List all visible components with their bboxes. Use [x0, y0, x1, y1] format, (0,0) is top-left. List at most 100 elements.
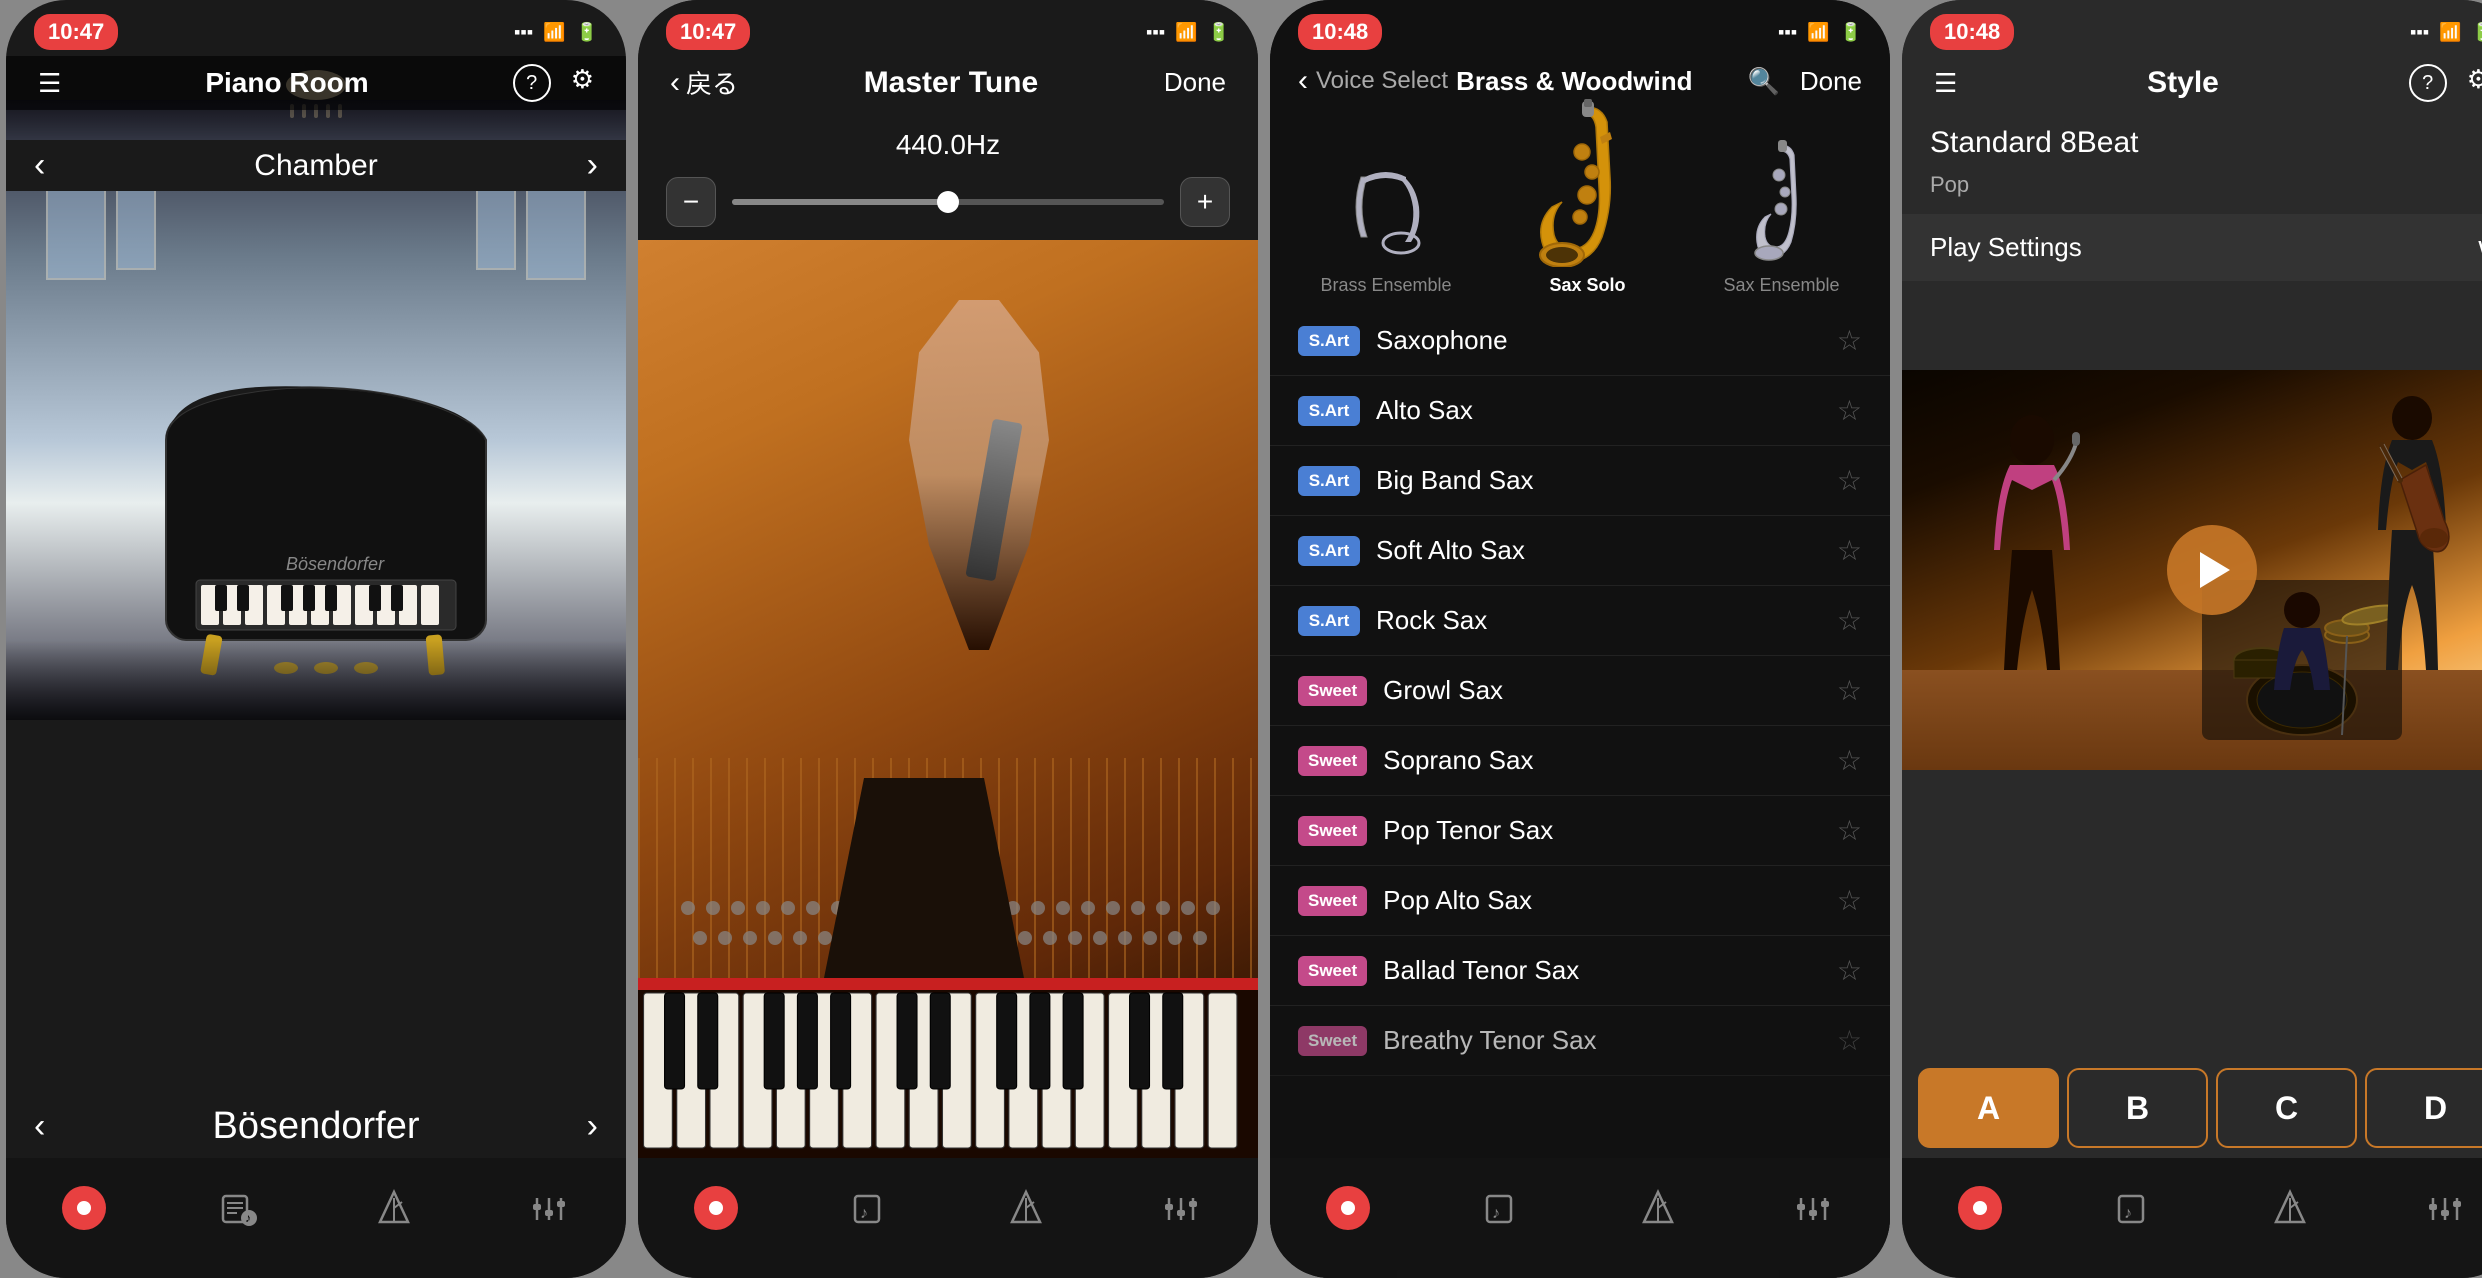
battery-icon-2: 🔋 — [1208, 22, 1230, 43]
tune-slider-thumb — [937, 191, 959, 213]
compose-toolbar-item-2[interactable]: ♪ — [849, 1186, 893, 1230]
metronome-toolbar-item-2[interactable] — [1004, 1186, 1048, 1230]
voice-badge-breathy-tenor-sax: Sweet — [1298, 1026, 1367, 1056]
voice-item-ballad-tenor-sax[interactable]: Sweet Ballad Tenor Sax ☆ — [1270, 936, 1890, 1006]
voice-item-soprano-sax[interactable]: Sweet Soprano Sax ☆ — [1270, 726, 1890, 796]
style-photo — [1902, 370, 2482, 770]
prev-room-button[interactable]: ‹ — [34, 146, 45, 185]
star-alto-sax[interactable]: ☆ — [1837, 394, 1862, 427]
compose-toolbar-item-4[interactable]: ♪ — [2113, 1186, 2157, 1230]
compose-toolbar-item[interactable]: ♪ — [217, 1186, 261, 1230]
done-button-3[interactable]: Done — [1800, 66, 1862, 97]
voice-carousel: Brass Ensemble — [1270, 106, 1890, 306]
play-settings-chevron-down: ∨ — [2475, 232, 2482, 263]
record-button-2[interactable] — [694, 1186, 738, 1230]
voice-badge-growl-sax: Sweet — [1298, 676, 1367, 706]
hamburger-icon-4[interactable]: ☰ — [1934, 68, 1957, 99]
record-toolbar-item[interactable] — [62, 1186, 106, 1230]
chord-button-b[interactable]: B — [2067, 1068, 2208, 1148]
settings-icon-1[interactable]: ⚙ — [571, 64, 594, 102]
star-ballad-tenor-sax[interactable]: ☆ — [1837, 954, 1862, 987]
voice-name-ballad-tenor-sax: Ballad Tenor Sax — [1383, 955, 1837, 986]
star-saxophone[interactable]: ☆ — [1837, 324, 1862, 357]
voice-item-soft-alto-sax[interactable]: S.Art Soft Alto Sax ☆ — [1270, 516, 1890, 586]
help-icon-4[interactable]: ? — [2409, 64, 2447, 102]
star-soprano-sax[interactable]: ☆ — [1837, 744, 1862, 777]
voice-badge-pop-alto-sax: Sweet — [1298, 886, 1367, 916]
play-triangle-icon — [2200, 552, 2230, 588]
window-far-left — [116, 180, 156, 270]
chord-button-a[interactable]: A — [1918, 1068, 2059, 1148]
voice-item-big-band-sax[interactable]: S.Art Big Band Sax ☆ — [1270, 446, 1890, 516]
chord-buttons: A B C D — [1902, 1068, 2482, 1148]
signal-icon-2: ▪▪▪ — [1146, 22, 1165, 43]
voice-item-saxophone[interactable]: S.Art Saxophone ☆ — [1270, 306, 1890, 376]
back-button-2[interactable]: ‹ 戻る — [670, 64, 738, 101]
voice-item-rock-sax[interactable]: S.Art Rock Sax ☆ — [1270, 586, 1890, 656]
star-big-band-sax[interactable]: ☆ — [1837, 464, 1862, 497]
tune-minus-button[interactable]: − — [666, 177, 716, 227]
record-button-4[interactable] — [1958, 1186, 2002, 1230]
voice-item-growl-sax[interactable]: Sweet Growl Sax ☆ — [1270, 656, 1890, 726]
metronome-toolbar-item-3[interactable] — [1636, 1186, 1680, 1230]
play-settings-label: Play Settings — [1930, 232, 2082, 263]
bottom-toolbar-4: ♪ — [1902, 1158, 2482, 1278]
bottom-toolbar-1: ♪ — [6, 1158, 626, 1278]
person-right-silhouette — [2362, 390, 2462, 670]
star-pop-tenor-sax[interactable]: ☆ — [1837, 814, 1862, 847]
star-rock-sax[interactable]: ☆ — [1837, 604, 1862, 637]
mixer-toolbar-item-3[interactable] — [1791, 1186, 1835, 1230]
voice-badge-saxophone: S.Art — [1298, 326, 1360, 356]
star-growl-sax[interactable]: ☆ — [1837, 674, 1862, 707]
bottom-toolbar-2: ♪ — [638, 1158, 1258, 1278]
voice-name-soft-alto-sax: Soft Alto Sax — [1376, 535, 1837, 566]
nav-right-3: 🔍 Done — [1747, 66, 1862, 97]
carousel-item-sax-ensemble[interactable]: Sax Ensemble — [1723, 137, 1839, 296]
back-label-2: 戻る — [686, 64, 738, 101]
record-toolbar-item-3[interactable] — [1326, 1186, 1370, 1230]
carousel-label-sax-solo: Sax Solo — [1549, 275, 1625, 296]
chord-button-d[interactable]: D — [2365, 1068, 2482, 1148]
next-room-button[interactable]: › — [587, 146, 598, 185]
star-pop-alto-sax[interactable]: ☆ — [1837, 884, 1862, 917]
mixer-toolbar-item-4[interactable] — [2423, 1186, 2467, 1230]
piano-graphic: Bösendorfer — [126, 360, 506, 680]
tune-slider[interactable] — [732, 199, 1164, 205]
battery-icon-4: 🔋 — [2472, 22, 2482, 43]
voice-item-breathy-tenor-sax[interactable]: Sweet Breathy Tenor Sax ☆ — [1270, 1006, 1890, 1076]
metronome-toolbar-item[interactable] — [372, 1186, 416, 1230]
tune-plus-button[interactable]: + — [1180, 177, 1230, 227]
voice-item-alto-sax[interactable]: S.Art Alto Sax ☆ — [1270, 376, 1890, 446]
voice-item-pop-tenor-sax[interactable]: Sweet Pop Tenor Sax ☆ — [1270, 796, 1890, 866]
mixer-toolbar-item[interactable] — [527, 1186, 571, 1230]
carousel-item-sax-solo[interactable]: Sax Solo — [1512, 97, 1662, 296]
record-toolbar-item-4[interactable] — [1958, 1186, 2002, 1230]
nav-left-3: ‹ Voice Select Brass & Woodwind — [1298, 64, 1693, 98]
play-settings-bar[interactable]: Play Settings ∨ — [1902, 214, 2482, 281]
voice-badge-soft-alto-sax: S.Art — [1298, 536, 1360, 566]
chord-button-c[interactable]: C — [2216, 1068, 2357, 1148]
back-chevron-3[interactable]: ‹ — [1298, 64, 1308, 98]
done-button-2[interactable]: Done — [1164, 67, 1226, 98]
carousel-item-brass[interactable]: Brass Ensemble — [1320, 147, 1451, 296]
settings-icon-4[interactable]: ⚙ — [2467, 64, 2482, 102]
search-icon-3[interactable]: 🔍 — [1747, 66, 1779, 97]
voice-item-pop-alto-sax[interactable]: Sweet Pop Alto Sax ☆ — [1270, 866, 1890, 936]
prev-piano-button[interactable]: ‹ — [34, 1107, 45, 1146]
compose-icon-4: ♪ — [2113, 1186, 2157, 1230]
metronome-toolbar-item-4[interactable] — [2268, 1186, 2312, 1230]
compose-toolbar-item-3[interactable]: ♪ — [1481, 1186, 1525, 1230]
mixer-toolbar-item-2[interactable] — [1159, 1186, 1203, 1230]
star-breathy-tenor-sax[interactable]: ☆ — [1837, 1024, 1862, 1057]
record-button-3[interactable] — [1326, 1186, 1370, 1230]
hamburger-icon[interactable]: ☰ — [38, 68, 61, 99]
record-button[interactable] — [62, 1186, 106, 1230]
signal-icon: ▪▪▪ — [514, 22, 533, 43]
next-piano-button[interactable]: › — [587, 1107, 598, 1146]
metronome-icon-2 — [1004, 1186, 1048, 1230]
help-icon-1[interactable]: ? — [513, 64, 551, 102]
wifi-icon-2: 📶 — [1175, 22, 1197, 43]
star-soft-alto-sax[interactable]: ☆ — [1837, 534, 1862, 567]
play-button[interactable] — [2167, 525, 2257, 615]
record-toolbar-item-2[interactable] — [694, 1186, 738, 1230]
